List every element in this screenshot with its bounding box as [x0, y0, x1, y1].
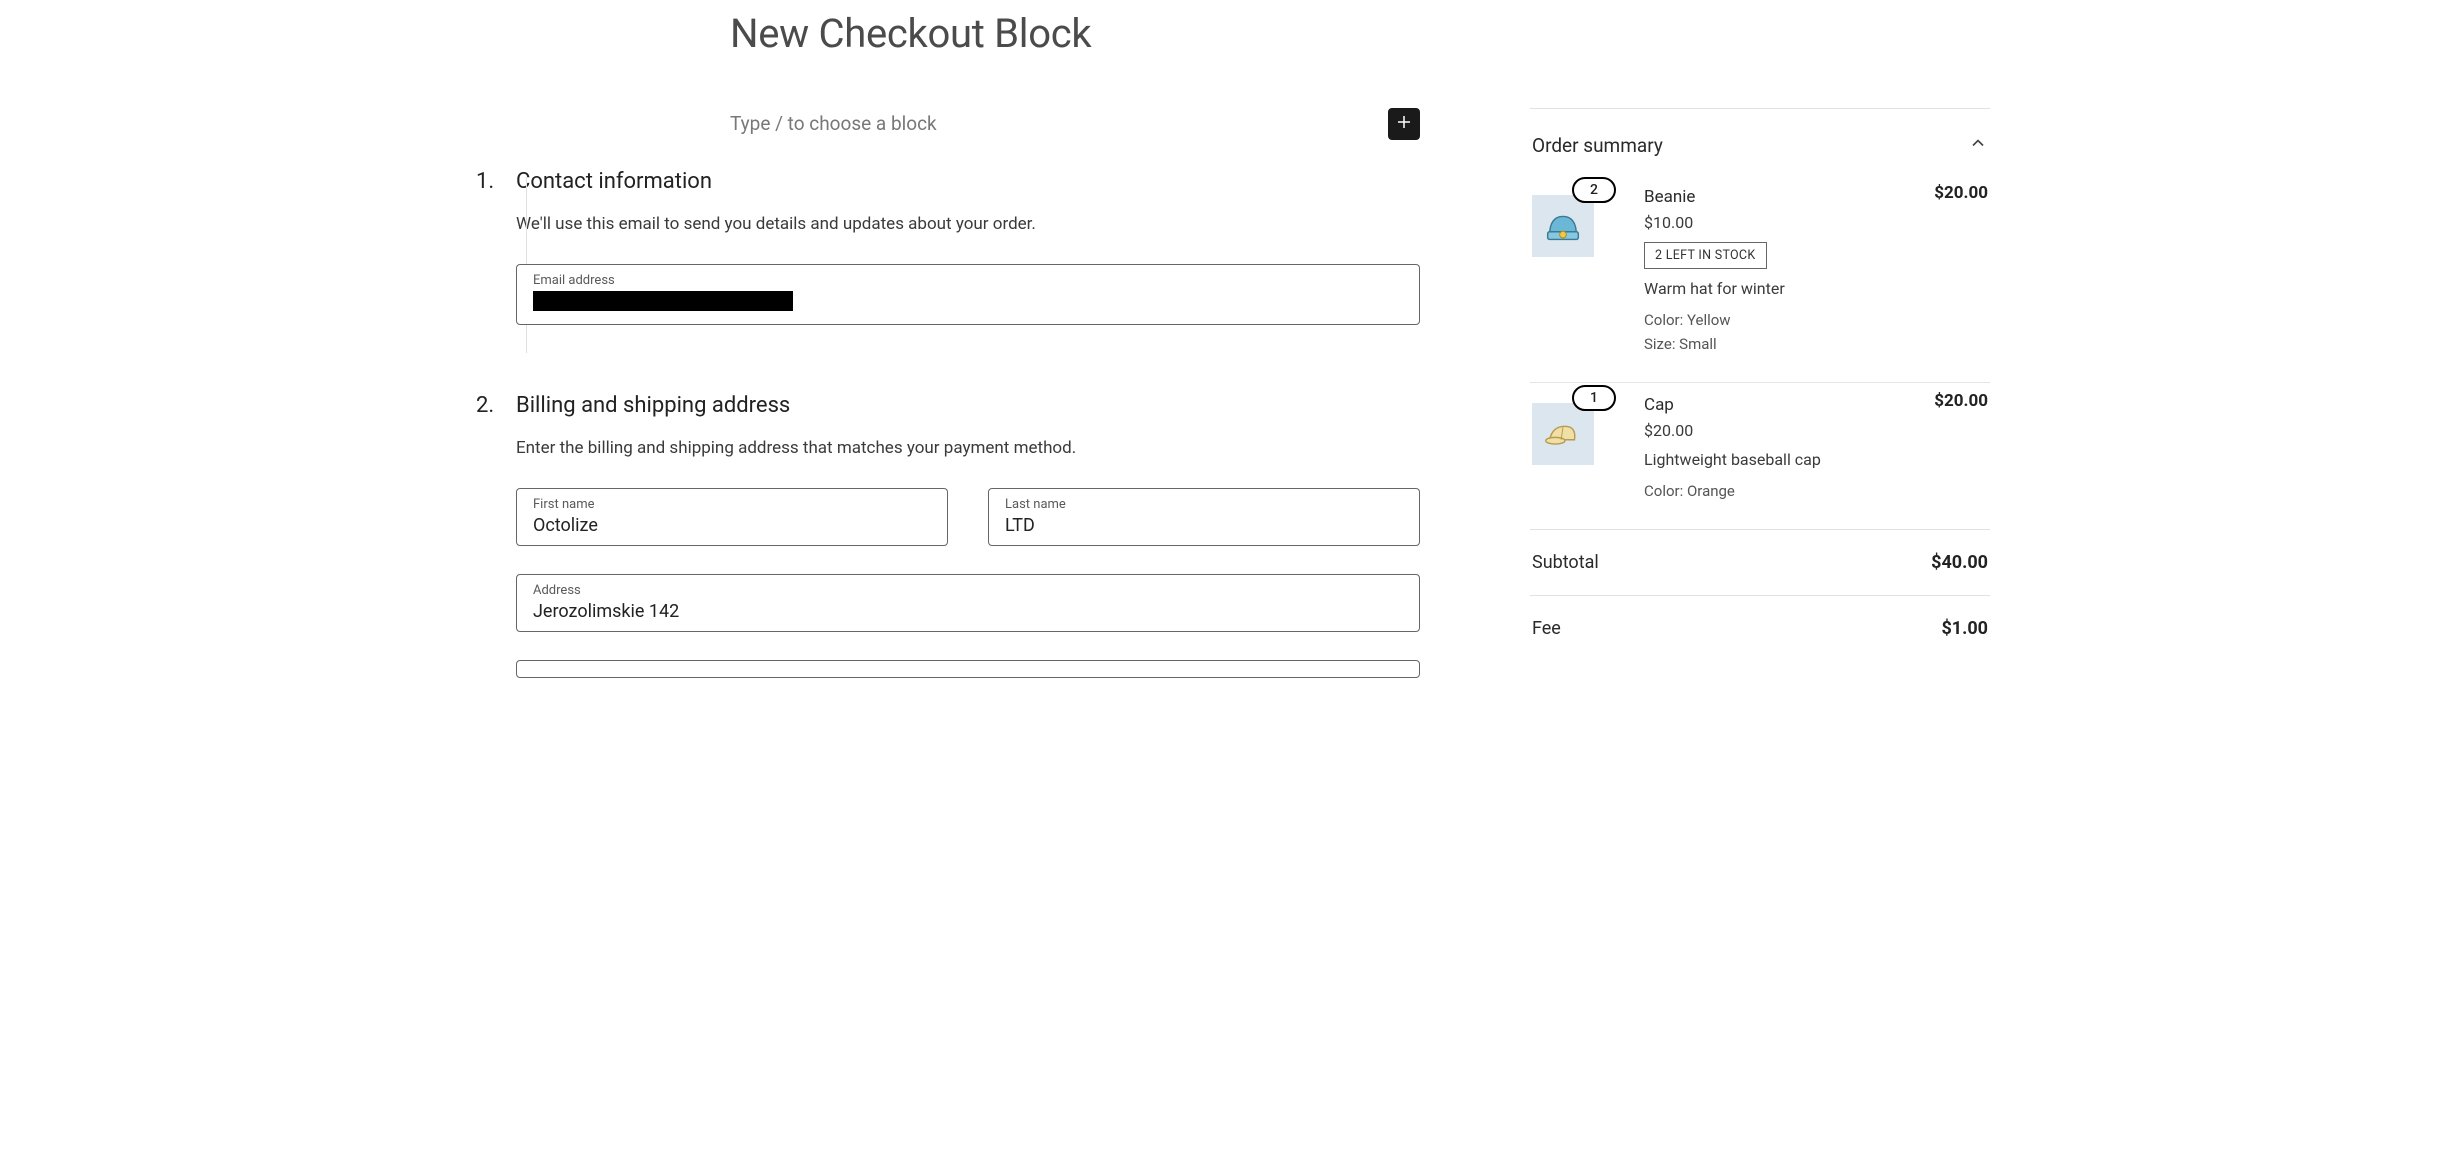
total-value: $1.00: [1941, 618, 1988, 639]
email-field[interactable]: Email address: [516, 264, 1420, 325]
product-thumbnail: [1532, 403, 1594, 465]
billing-description: Enter the billing and shipping address t…: [516, 438, 1420, 458]
contact-info-description: We'll use this email to send you details…: [516, 214, 1420, 234]
step-number: 2.: [476, 393, 498, 678]
plus-icon: [1395, 113, 1413, 135]
cart-item: 1 Cap $20.00 $20.00 Lig: [1530, 383, 1990, 529]
field-value: Jerozolimskie 142: [533, 601, 1403, 623]
quantity-badge: 1: [1572, 385, 1616, 411]
subtotal-row: Subtotal $40.00: [1530, 530, 1990, 596]
step-number: 1.: [476, 169, 498, 353]
order-summary-title: Order summary: [1532, 134, 1663, 157]
item-description: Lightweight baseball cap: [1644, 450, 1988, 469]
field-value: Octolize: [533, 515, 931, 537]
field-label: Email address: [533, 273, 1403, 288]
address-field[interactable]: Address Jerozolimskie 142: [516, 574, 1420, 632]
cart-item: 2 Beanie $20.00 $10.00: [1530, 175, 1990, 383]
field-label: Address: [533, 583, 1403, 598]
first-name-field[interactable]: First name Octolize: [516, 488, 948, 546]
total-label: Fee: [1532, 618, 1561, 639]
stock-badge: 2 LEFT IN STOCK: [1644, 242, 1767, 269]
item-name: Beanie: [1644, 183, 1695, 207]
total-label: Subtotal: [1532, 552, 1599, 573]
email-value-redacted: [533, 291, 793, 311]
product-thumbnail: [1532, 195, 1594, 257]
chevron-up-icon: [1968, 133, 1988, 157]
item-unit-price: $10.00: [1644, 213, 1988, 232]
total-value: $40.00: [1931, 552, 1988, 573]
add-block-button[interactable]: [1388, 108, 1420, 140]
item-unit-price: $20.00: [1644, 421, 1988, 440]
fee-row: Fee $1.00: [1530, 596, 1990, 649]
field-label: First name: [533, 497, 931, 512]
add-block-hint[interactable]: Type / to choose a block: [730, 112, 937, 135]
item-description: Warm hat for winter: [1644, 279, 1988, 298]
field-label: Last name: [1005, 497, 1403, 512]
quantity-badge: 2: [1572, 177, 1616, 203]
item-attributes: Color: Yellow Size: Small: [1644, 308, 1988, 356]
item-line-total: $20.00: [1934, 183, 1988, 203]
address-extra-field[interactable]: [516, 660, 1420, 678]
last-name-field[interactable]: Last name LTD: [988, 488, 1420, 546]
billing-heading: Billing and shipping address: [516, 393, 1420, 418]
field-value: LTD: [1005, 515, 1403, 537]
item-attributes: Color: Orange: [1644, 479, 1988, 503]
page-title: New Checkout Block: [730, 10, 1420, 57]
item-name: Cap: [1644, 391, 1674, 415]
contact-info-heading: Contact information: [516, 169, 1420, 194]
order-summary-toggle[interactable]: Order summary: [1530, 109, 1990, 175]
item-line-total: $20.00: [1934, 391, 1988, 411]
